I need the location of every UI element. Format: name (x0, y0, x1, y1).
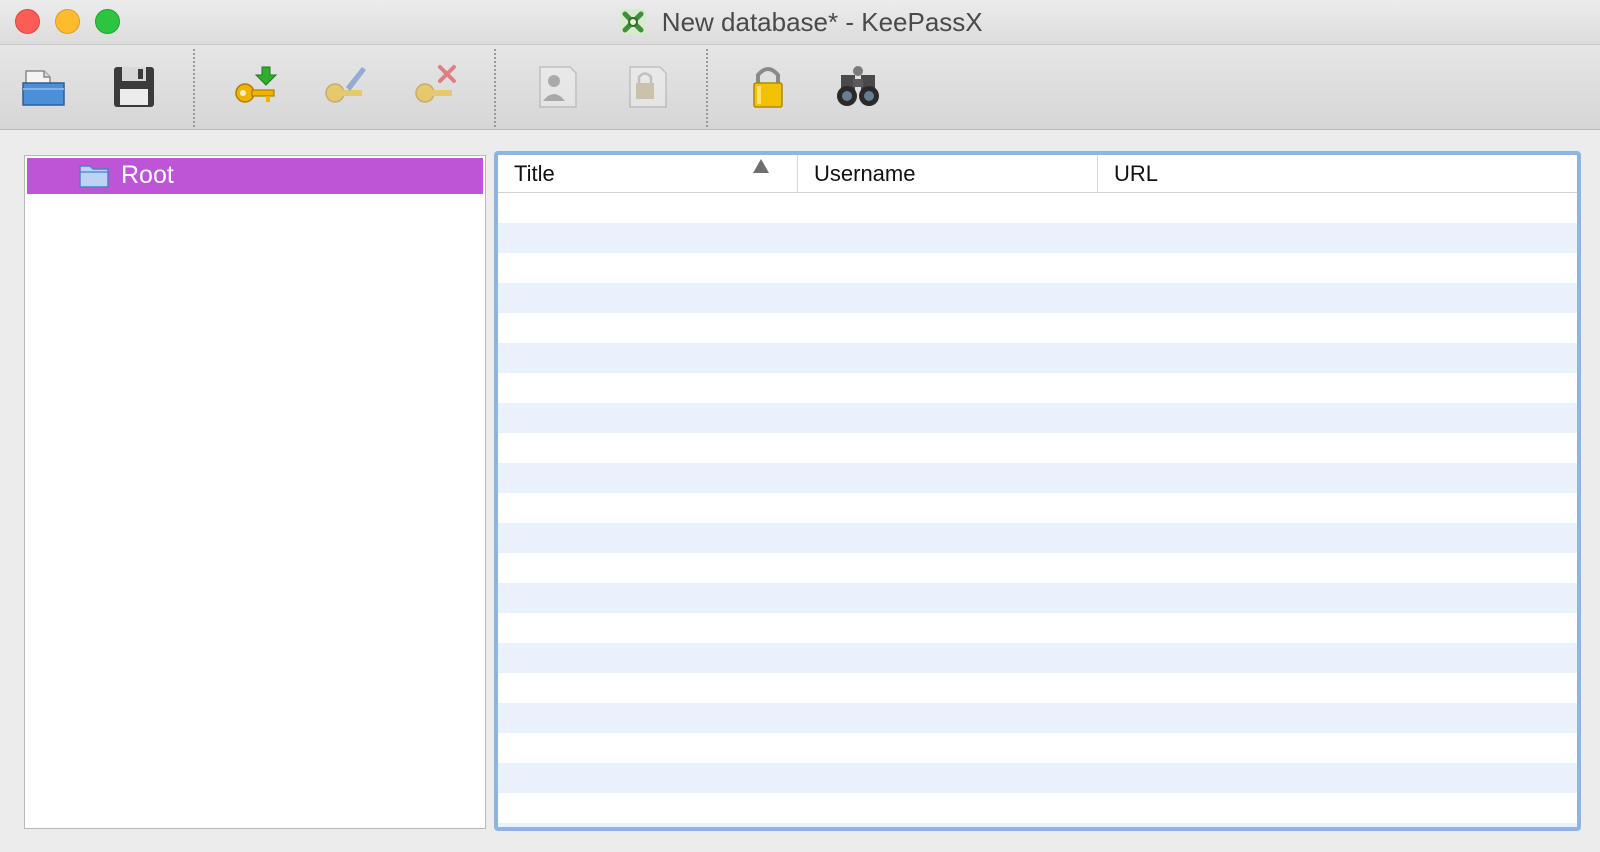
table-body[interactable] (498, 193, 1577, 827)
key-delete-icon[interactable] (410, 61, 460, 111)
toolbar-separator (706, 49, 708, 127)
column-header-username[interactable]: Username (798, 155, 1098, 192)
window-title-group: New database* - KeePassX (0, 6, 1600, 38)
key-add-icon[interactable] (230, 61, 280, 111)
floppy-disk-icon[interactable] (110, 61, 160, 111)
table-row-empty (498, 373, 1577, 403)
table-row-empty (498, 763, 1577, 793)
column-header-url[interactable]: URL (1098, 155, 1577, 192)
open-folder-icon[interactable] (20, 61, 70, 111)
table-row-empty (498, 673, 1577, 703)
table-row-empty (498, 823, 1577, 827)
folder-icon (79, 165, 109, 188)
user-card-icon[interactable] (532, 61, 582, 111)
group-item-label: Root (121, 161, 174, 189)
table-row-empty (498, 433, 1577, 463)
table-row-empty (498, 313, 1577, 343)
table-row-empty (498, 793, 1577, 823)
table-row-empty (498, 583, 1577, 613)
table-row-empty (498, 403, 1577, 433)
main-toolbar (0, 45, 1600, 130)
table-row-empty (498, 643, 1577, 673)
title-bar: New database* - KeePassX (0, 0, 1600, 45)
table-row-empty (498, 193, 1577, 223)
binoculars-icon[interactable] (833, 61, 883, 111)
toolbar-separator (494, 49, 496, 127)
keepassx-icon (620, 9, 647, 35)
table-row-empty (498, 613, 1577, 643)
sort-ascending-icon (753, 159, 769, 173)
table-row-empty (498, 493, 1577, 523)
column-header-label: URL (1114, 161, 1159, 186)
table-row-empty (498, 253, 1577, 283)
table-row-empty (498, 283, 1577, 313)
column-header-title[interactable]: Title (498, 155, 798, 192)
entry-table[interactable]: Title Username URL (494, 151, 1581, 831)
table-row-empty (498, 223, 1577, 253)
table-row-empty (498, 703, 1577, 733)
toolbar-separator (193, 49, 195, 127)
column-header-label: Username (814, 161, 916, 186)
table-row-empty (498, 733, 1577, 763)
padlock-icon[interactable] (743, 61, 793, 111)
group-item-root[interactable]: Root (27, 158, 483, 194)
lock-card-icon[interactable] (622, 61, 672, 111)
table-row-empty (498, 553, 1577, 583)
table-row-empty (498, 523, 1577, 553)
table-row-empty (498, 463, 1577, 493)
group-tree[interactable]: Root (24, 155, 486, 829)
key-edit-icon[interactable] (320, 61, 370, 111)
table-header: Title Username URL (498, 155, 1577, 193)
keepassx-window: New database* - KeePassX Root Title User… (0, 0, 1600, 852)
window-title: New database* - KeePassX (661, 6, 983, 37)
column-header-label: Title (514, 161, 555, 186)
table-row-empty (498, 343, 1577, 373)
